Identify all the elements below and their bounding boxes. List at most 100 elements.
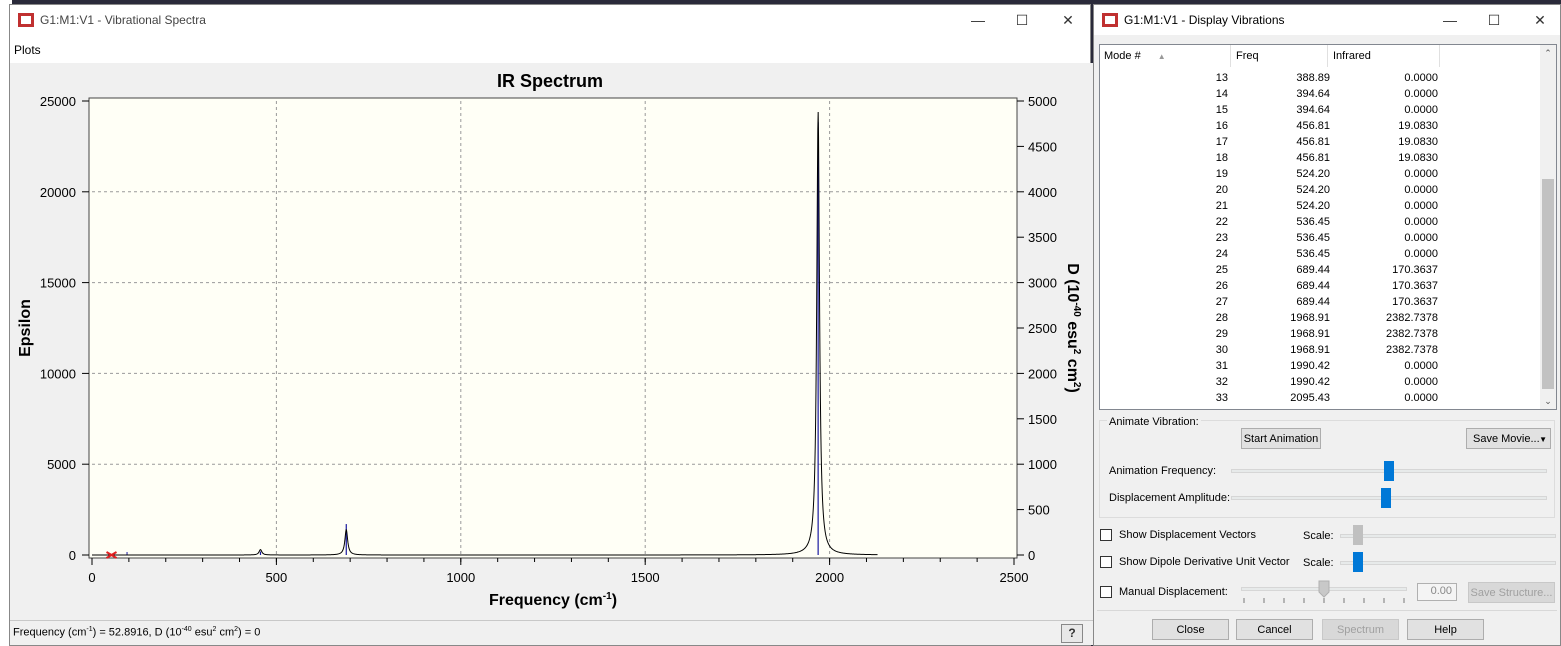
gaussview-app-icon xyxy=(1102,13,1118,27)
mode-cell: 32 xyxy=(1215,376,1228,388)
displacement-scale-track[interactable] xyxy=(1340,534,1556,538)
start-animation-button[interactable]: Start Animation xyxy=(1241,428,1321,449)
table-row[interactable]: 22 536.45 0.0000 xyxy=(1100,215,1540,231)
table-scrollbar[interactable]: ⌃ ⌄ xyxy=(1540,45,1556,409)
infrared-cell: 0.0000 xyxy=(1404,184,1438,196)
manual-displacement-slider[interactable] xyxy=(1318,580,1330,598)
animation-frequency-slider[interactable] xyxy=(1384,461,1394,481)
table-row[interactable]: 16 456.81 19.0830 xyxy=(1100,119,1540,135)
maximize-button[interactable]: ☐ xyxy=(1000,9,1044,31)
infrared-cell: 0.0000 xyxy=(1404,232,1438,244)
infrared-cell: 0.0000 xyxy=(1404,88,1438,100)
scale-label: Scale: xyxy=(1303,557,1334,569)
infrared-cell: 0.0000 xyxy=(1404,248,1438,260)
whats-this-help-icon[interactable]: ? xyxy=(1061,624,1083,643)
y2-tick-label: 2500 xyxy=(1028,321,1057,336)
scroll-down-icon[interactable]: ⌄ xyxy=(1540,393,1556,409)
spectrum-button[interactable]: Spectrum xyxy=(1322,619,1399,640)
minimize-button[interactable]: — xyxy=(1428,9,1472,31)
mode-cell: 25 xyxy=(1215,264,1228,276)
infrared-cell: 170.3637 xyxy=(1392,264,1438,276)
table-row[interactable]: 13 388.89 0.0000 xyxy=(1100,71,1540,87)
displacement-amplitude-slider[interactable] xyxy=(1380,488,1391,508)
dialog-separator xyxy=(1097,610,1557,611)
maximize-button[interactable]: ☐ xyxy=(1472,9,1516,31)
chart-title: IR Spectrum xyxy=(497,71,603,91)
table-row[interactable]: 25 689.44 170.3637 xyxy=(1100,263,1540,279)
table-row[interactable]: 19 524.20 0.0000 xyxy=(1100,167,1540,183)
y-tick-label: 0 xyxy=(69,548,76,563)
scroll-thumb[interactable] xyxy=(1542,179,1554,389)
status-text: Frequency (cm-1) = 52.8916, D (10-40 esu… xyxy=(13,626,261,639)
column-header-infrared[interactable]: Infrared xyxy=(1328,45,1440,67)
column-header-mode[interactable]: Mode # ▲ xyxy=(1100,45,1231,67)
cancel-button[interactable]: Cancel xyxy=(1236,619,1313,640)
mode-cell: 23 xyxy=(1215,232,1228,244)
x-tick-label: 2500 xyxy=(1000,570,1029,585)
vibrations-titlebar[interactable]: G1:M1:V1 - Display Vibrations — ☐ ✕ xyxy=(1094,5,1560,35)
chart-panel: IR Spectrum 0 500 1000 1500 2000 2500 0 5000 1000… xyxy=(10,63,1098,623)
infrared-cell: 0.0000 xyxy=(1404,200,1438,212)
column-header-freq[interactable]: Freq xyxy=(1231,45,1328,67)
infrared-cell: 19.0830 xyxy=(1398,136,1438,148)
y2-tick-label: 2000 xyxy=(1028,366,1057,381)
close-button[interactable]: Close xyxy=(1152,619,1229,640)
close-window-button[interactable]: ✕ xyxy=(1518,9,1561,31)
dipole-scale-slider[interactable] xyxy=(1353,552,1363,572)
table-row[interactable]: 29 1968.91 2382.7378 xyxy=(1100,327,1540,343)
table-row[interactable]: 23 536.45 0.0000 xyxy=(1100,231,1540,247)
mode-cell: 17 xyxy=(1215,136,1228,148)
infrared-cell: 0.0000 xyxy=(1404,376,1438,388)
table-row[interactable]: 26 689.44 170.3637 xyxy=(1100,279,1540,295)
y-tick-label: 20000 xyxy=(40,185,76,200)
table-row[interactable]: 28 1968.91 2382.7378 xyxy=(1100,311,1540,327)
menu-plots[interactable]: Plots xyxy=(14,43,41,57)
mode-cell: 30 xyxy=(1215,344,1228,356)
table-row[interactable]: 32 1990.42 0.0000 xyxy=(1100,375,1540,391)
infrared-cell: 0.0000 xyxy=(1404,72,1438,84)
show-dipole-label: Show Dipole Derivative Unit Vector xyxy=(1119,556,1290,568)
table-row[interactable]: 31 1990.42 0.0000 xyxy=(1100,359,1540,375)
vibration-modes-table[interactable]: Mode # ▲ Freq Infrared 13 388.89 0.0000 14 3… xyxy=(1099,44,1557,410)
gaussview-app-icon xyxy=(18,13,34,27)
manual-displacement-label: Manual Displacement: xyxy=(1119,586,1228,598)
displacement-scale-slider[interactable] xyxy=(1353,525,1363,545)
table-row[interactable]: 27 689.44 170.3637 xyxy=(1100,295,1540,311)
y2-tick-label: 5000 xyxy=(1028,94,1057,109)
table-row[interactable]: 18 456.81 19.0830 xyxy=(1100,151,1540,167)
ir-spectrum-chart[interactable]: IR Spectrum0 500 1000 1500 2000 2500050001000… xyxy=(10,63,1090,623)
manual-displacement-ticks xyxy=(1243,598,1405,603)
mode-cell: 19 xyxy=(1215,168,1228,180)
infrared-cell: 0.0000 xyxy=(1404,392,1438,404)
table-row[interactable]: 24 536.45 0.0000 xyxy=(1100,247,1540,263)
freq-cell: 1990.42 xyxy=(1290,360,1330,372)
dipole-scale-track[interactable] xyxy=(1340,561,1556,565)
x-tick-label: 2000 xyxy=(815,570,844,585)
show-dipole-checkbox[interactable] xyxy=(1100,556,1112,568)
table-row[interactable]: 17 456.81 19.0830 xyxy=(1100,135,1540,151)
infrared-cell: 19.0830 xyxy=(1398,120,1438,132)
manual-displacement-value[interactable]: 0.00 xyxy=(1417,583,1457,601)
freq-cell: 388.89 xyxy=(1296,72,1330,84)
x-tick-label: 0 xyxy=(88,570,95,585)
table-row[interactable]: 20 524.20 0.0000 xyxy=(1100,183,1540,199)
minimize-button[interactable]: — xyxy=(956,9,1000,31)
freq-cell: 536.45 xyxy=(1296,216,1330,228)
table-row[interactable]: 15 394.64 0.0000 xyxy=(1100,103,1540,119)
close-window-button[interactable]: ✕ xyxy=(1046,9,1090,31)
save-movie-button[interactable]: Save Movie... ▼ xyxy=(1466,428,1551,449)
table-row[interactable]: 30 1968.91 2382.7378 xyxy=(1100,343,1540,359)
mode-cell: 20 xyxy=(1215,184,1228,196)
table-row[interactable]: 33 2095.43 0.0000 xyxy=(1100,391,1540,407)
help-button[interactable]: Help xyxy=(1407,619,1484,640)
save-structure-button[interactable]: Save Structure... xyxy=(1468,582,1555,603)
y2-tick-label: 4500 xyxy=(1028,139,1057,154)
manual-displacement-checkbox[interactable] xyxy=(1100,586,1112,598)
show-displacement-vectors-checkbox[interactable] xyxy=(1100,529,1112,541)
freq-cell: 1968.91 xyxy=(1290,328,1330,340)
table-row[interactable]: 21 524.20 0.0000 xyxy=(1100,199,1540,215)
mode-cell: 18 xyxy=(1215,152,1228,164)
table-row[interactable]: 14 394.64 0.0000 xyxy=(1100,87,1540,103)
spectra-titlebar[interactable]: G1:M1:V1 - Vibrational Spectra — ☐ ✕ xyxy=(10,5,1090,35)
scroll-up-icon[interactable]: ⌃ xyxy=(1540,45,1556,61)
